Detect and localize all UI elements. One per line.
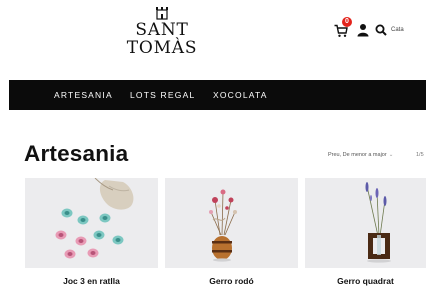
chevron-down-icon: ⌄ — [388, 152, 394, 158]
product-name[interactable]: Gerro quadrat — [305, 276, 426, 286]
cart-button[interactable]: 0 — [334, 17, 352, 38]
tic-tac-toe-pebbles-image — [25, 178, 158, 268]
product-image[interactable] — [165, 178, 298, 268]
nav-item-lots-regal[interactable]: LOTS REGAL — [130, 80, 195, 110]
header-actions: 0 Cata — [334, 17, 404, 40]
sort-label: Preu, De menor a major — [328, 152, 387, 158]
product-name[interactable]: Gerro rodó — [165, 276, 298, 286]
search-icon[interactable] — [375, 24, 387, 36]
main-navigation: ARTESANIA LOTS REGAL XOCOLATA — [9, 80, 426, 110]
product-name[interactable]: Joc 3 en ratlla — [25, 276, 158, 286]
sort-select[interactable]: Preu, De menor a major ⌄ — [328, 151, 393, 159]
nav-item-xocolata[interactable]: XOCOLATA — [213, 80, 268, 110]
cart-count-badge: 0 — [342, 17, 352, 27]
square-vase-lavender-image — [305, 178, 426, 268]
brand-logo[interactable]: SANT TOMÀS — [102, 6, 222, 57]
product-card[interactable]: Gerro rodó — [165, 178, 298, 293]
pagination-indicator: 1/5 — [416, 152, 424, 158]
user-icon[interactable] — [357, 23, 369, 37]
product-card[interactable]: Joc 3 en ratlla — [25, 178, 158, 293]
product-image[interactable] — [25, 178, 158, 268]
castle-logo-icon — [156, 7, 168, 20]
round-vase-dried-flowers-image — [165, 178, 298, 268]
site-header: SANT TOMÀS 0 Cata — [0, 0, 426, 80]
brand-name: SANT TOMÀS — [126, 20, 198, 58]
product-image[interactable] — [305, 178, 426, 268]
language-selector[interactable]: Cata — [391, 26, 404, 34]
nav-item-artesania[interactable]: ARTESANIA — [54, 80, 113, 110]
page-title: Artesania — [24, 141, 129, 166]
product-card[interactable]: Gerro quadrat — [305, 178, 426, 293]
